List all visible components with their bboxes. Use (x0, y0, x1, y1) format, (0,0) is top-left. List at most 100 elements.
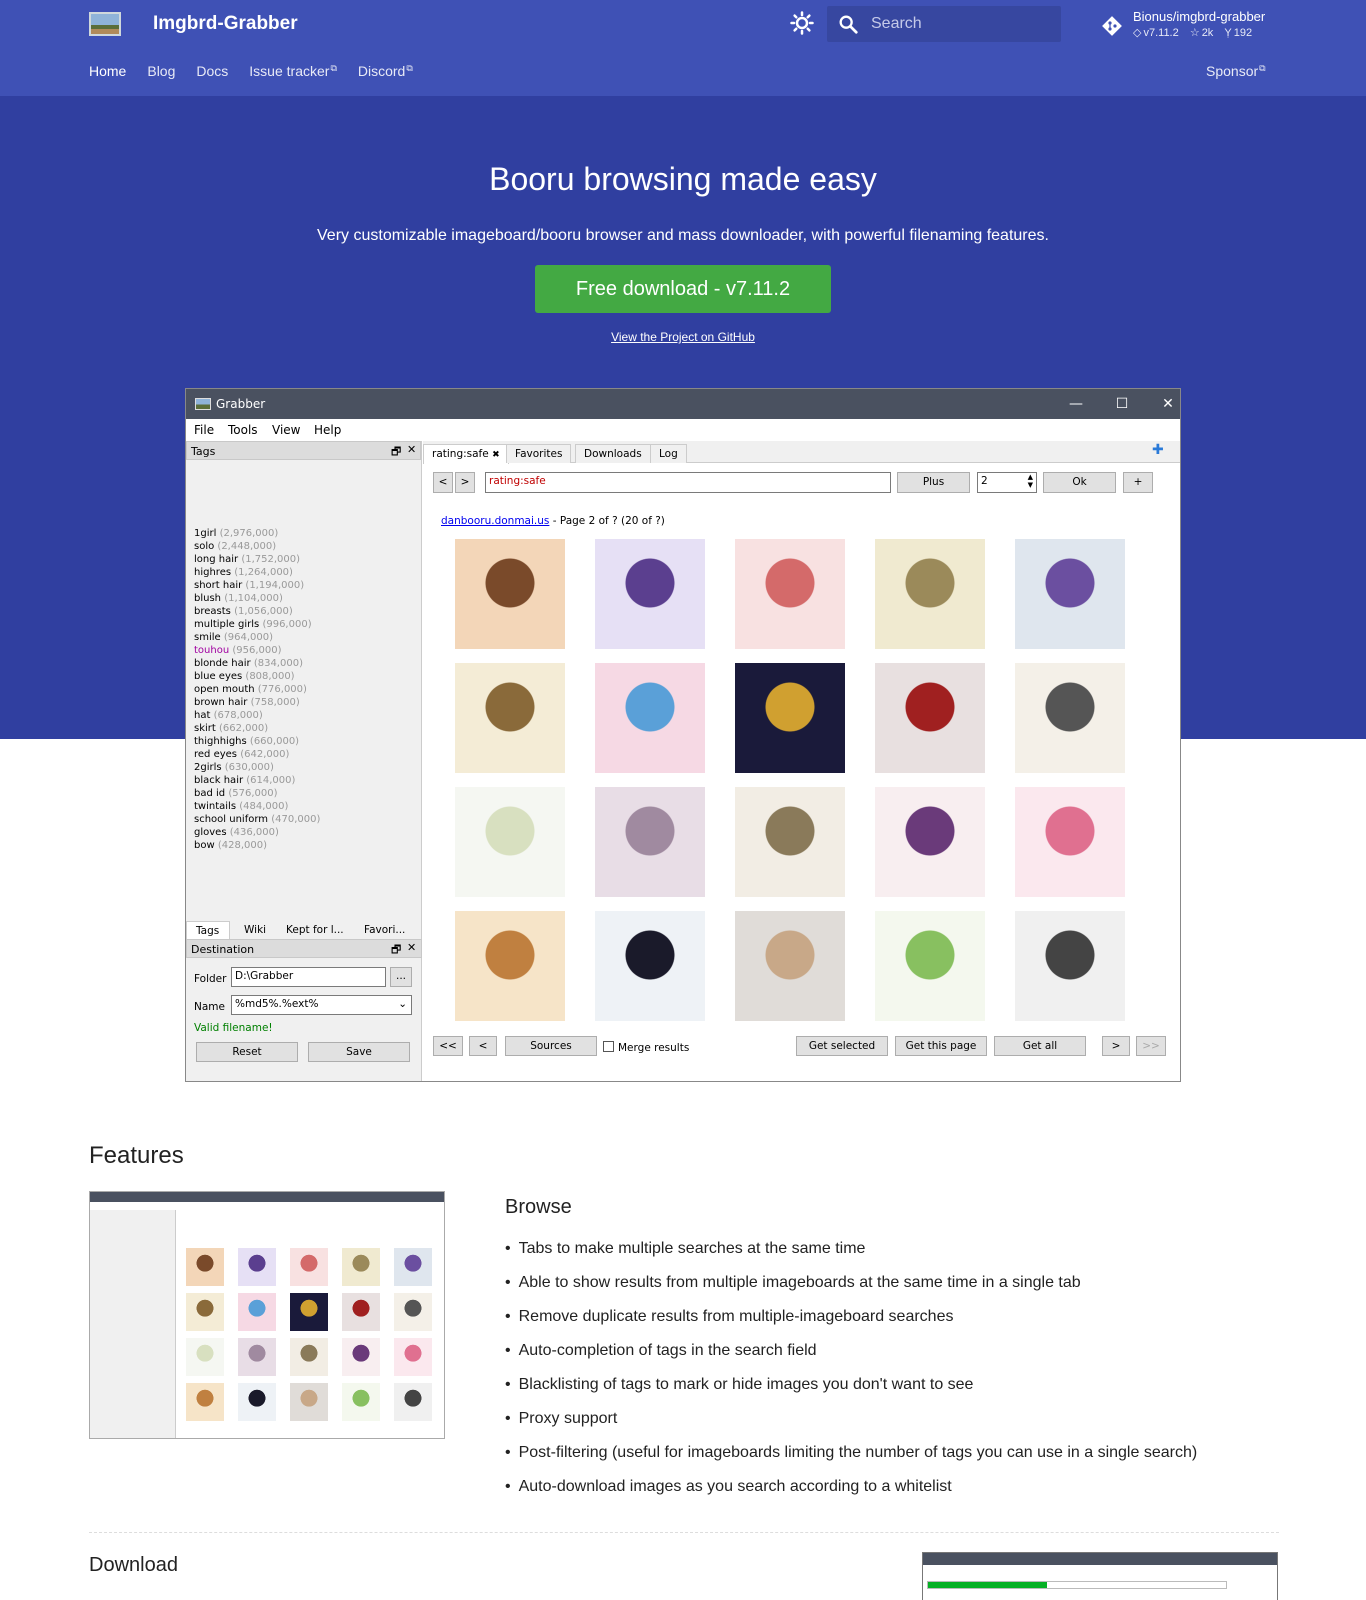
thumbnail[interactable] (875, 911, 985, 1021)
tag-item[interactable]: school uniform (470,000) (194, 813, 320, 826)
tab-rating-safe[interactable]: rating:safe ✖ (423, 444, 509, 464)
github-project-link-label[interactable]: View the Project on GitHub (611, 330, 755, 344)
thumbnail[interactable] (455, 539, 565, 649)
sponsor-link[interactable]: Sponsor⧉ (1206, 63, 1266, 79)
tab-favorites[interactable]: Favorites (506, 444, 572, 463)
tag-item[interactable]: gloves (436,000) (194, 826, 320, 839)
search-input[interactable] (871, 12, 1051, 36)
tag-item[interactable]: skirt (662,000) (194, 722, 320, 735)
tag-item[interactable]: thighhighs (660,000) (194, 735, 320, 748)
tab-home[interactable]: Home (89, 63, 126, 79)
get-all-button[interactable]: Get all (994, 1036, 1086, 1056)
thumbnail[interactable] (875, 787, 985, 897)
page-spinbox[interactable]: 2 ▲ ▼ (977, 472, 1037, 493)
thumbnail[interactable] (595, 539, 705, 649)
menu-tools[interactable]: Tools (228, 423, 258, 437)
forward-button[interactable]: > (455, 472, 475, 493)
tag-item[interactable]: bad id (576,000) (194, 787, 320, 800)
tag-item[interactable]: twintails (484,000) (194, 800, 320, 813)
previous-page-button[interactable]: < (469, 1036, 497, 1056)
plus-button[interactable]: Plus (897, 472, 970, 493)
minimize-icon[interactable]: — (1066, 394, 1086, 414)
site-title[interactable]: Imgbrd-Grabber (153, 13, 298, 35)
close-icon[interactable]: ✕ (1158, 394, 1178, 414)
sources-button[interactable]: Sources (505, 1036, 597, 1056)
tab-issue-tracker[interactable]: Issue tracker⧉ (249, 63, 337, 79)
thumbnail[interactable] (1015, 539, 1125, 649)
site-logo[interactable] (89, 12, 121, 36)
tag-item[interactable]: short hair (1,194,000) (194, 579, 320, 592)
folder-input[interactable]: D:\Grabber (231, 967, 386, 987)
menu-file[interactable]: File (194, 423, 214, 437)
menu-view[interactable]: View (272, 423, 300, 437)
tag-item[interactable]: blue eyes (808,000) (194, 670, 320, 683)
merge-results-checkbox[interactable]: Merge results (603, 1041, 689, 1054)
thumbnail[interactable] (455, 663, 565, 773)
save-button[interactable]: Save (308, 1042, 410, 1062)
tab-favorites[interactable]: Favori... (364, 924, 405, 936)
maximize-icon[interactable]: ☐ (1112, 394, 1132, 414)
tag-item[interactable]: red eyes (642,000) (194, 748, 320, 761)
source-site-link[interactable]: danbooru.donmai.us (441, 515, 549, 527)
tag-item[interactable]: solo (2,448,000) (194, 540, 320, 553)
tab-kept[interactable]: Kept for l... (286, 924, 344, 936)
free-download-button[interactable]: Free download - v7.11.2 (535, 265, 831, 313)
spin-arrows-icon[interactable]: ▲ ▼ (1028, 473, 1033, 489)
tag-item[interactable]: bow (428,000) (194, 839, 320, 852)
reset-button[interactable]: Reset (196, 1042, 298, 1062)
filename-select[interactable]: %md5%.%ext% ⌄ (231, 995, 412, 1015)
thumbnail[interactable] (735, 911, 845, 1021)
tag-item[interactable]: 2girls (630,000) (194, 761, 320, 774)
tab-discord[interactable]: Discord⧉ (358, 63, 413, 79)
next-page-button[interactable]: > (1102, 1036, 1130, 1056)
thumbnail[interactable] (735, 663, 845, 773)
tag-search-input[interactable]: rating:safe (485, 472, 891, 493)
repo-link[interactable]: Bionus/imgbrd-grabber ◇ v7.11.2 ☆ 2k Ỵ 192 (1100, 8, 1280, 42)
get-selected-button[interactable]: Get selected (796, 1036, 888, 1056)
tab-log[interactable]: Log (650, 444, 687, 463)
tab-docs[interactable]: Docs (196, 63, 228, 79)
tag-item[interactable]: touhou (956,000) (194, 644, 320, 657)
site-search[interactable] (827, 6, 1061, 42)
first-page-button[interactable]: << (433, 1036, 463, 1056)
thumbnail[interactable] (1015, 663, 1125, 773)
tag-item[interactable]: black hair (614,000) (194, 774, 320, 787)
tag-item[interactable]: smile (964,000) (194, 631, 320, 644)
tab-tags[interactable]: Tags (186, 921, 230, 940)
tag-item[interactable]: hat (678,000) (194, 709, 320, 722)
thumbnail[interactable] (1015, 787, 1125, 897)
tag-item[interactable]: open mouth (776,000) (194, 683, 320, 696)
thumbnail[interactable] (1015, 911, 1125, 1021)
float-icon[interactable]: 🗗 (391, 443, 401, 462)
tag-item[interactable]: highres (1,264,000) (194, 566, 320, 579)
add-tab-icon[interactable]: ✚ (1152, 442, 1164, 458)
tab-downloads[interactable]: Downloads (575, 444, 651, 463)
tag-item[interactable]: blonde hair (834,000) (194, 657, 320, 670)
thumbnail[interactable] (455, 911, 565, 1021)
browse-folder-button[interactable]: ... (390, 967, 412, 987)
menu-help[interactable]: Help (314, 423, 341, 437)
add-search-button[interactable]: + (1123, 472, 1153, 493)
thumbnail[interactable] (595, 911, 705, 1021)
back-button[interactable]: < (433, 472, 453, 493)
tab-wiki[interactable]: Wiki (244, 924, 266, 936)
close-icon[interactable]: ✕ (407, 443, 416, 456)
thumbnail[interactable] (595, 787, 705, 897)
thumbnail[interactable] (875, 539, 985, 649)
tag-item[interactable]: brown hair (758,000) (194, 696, 320, 709)
tag-item[interactable]: 1girl (2,976,000) (194, 527, 320, 540)
thumbnail[interactable] (595, 663, 705, 773)
thumbnail[interactable] (455, 787, 565, 897)
thumbnail[interactable] (735, 787, 845, 897)
tag-item[interactable]: multiple girls (996,000) (194, 618, 320, 631)
close-tab-icon[interactable]: ✖ (492, 450, 500, 460)
thumbnail[interactable] (875, 663, 985, 773)
tag-item[interactable]: blush (1,104,000) (194, 592, 320, 605)
brightness-icon[interactable] (790, 11, 814, 35)
float-icon[interactable]: 🗗 (391, 941, 401, 960)
tag-item[interactable]: breasts (1,056,000) (194, 605, 320, 618)
tab-blog[interactable]: Blog (147, 63, 175, 79)
close-icon[interactable]: ✕ (407, 941, 416, 954)
tag-item[interactable]: long hair (1,752,000) (194, 553, 320, 566)
ok-button[interactable]: Ok (1043, 472, 1116, 493)
